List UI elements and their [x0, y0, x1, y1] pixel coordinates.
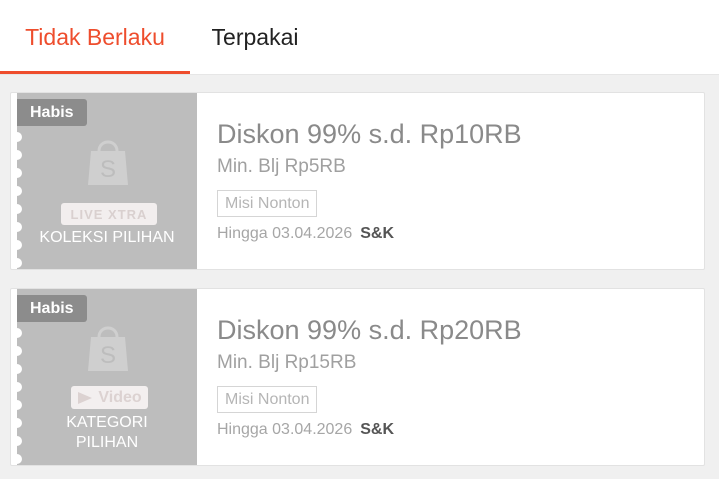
voucher-card[interactable]: Habis S Video KATEGORI PILIHAN Diskon 99… — [10, 288, 705, 466]
min-spend: Min. Blj Rp15RB — [217, 352, 357, 373]
status-badge: Habis — [17, 295, 87, 322]
status-badge: Habis — [17, 99, 87, 126]
voucher-left-panel: Habis S Video KATEGORI PILIHAN — [17, 289, 197, 465]
tab-label: Tidak Berlaku — [25, 24, 165, 50]
expiry-date: Hingga 03.04.2026 — [217, 225, 353, 242]
active-tab-indicator — [0, 71, 190, 74]
tab-terpakai[interactable]: Terpakai — [190, 0, 320, 75]
expiry-row: Hingga 03.04.2026 S&K — [217, 225, 394, 243]
voucher-left-panel: Habis S LIVE XTRA KOLEKSI PILIHAN — [17, 93, 197, 269]
video-logo: Video — [71, 386, 148, 409]
expiry-row: Hingga 03.04.2026 S&K — [217, 421, 394, 439]
mission-tag: Misi Nonton — [217, 190, 318, 217]
shopee-bag-icon: S — [88, 140, 128, 185]
voucher-title: Diskon 99% s.d. Rp10RB — [217, 119, 522, 149]
voucher-card[interactable]: Habis S LIVE XTRA KOLEKSI PILIHAN Diskon… — [10, 92, 705, 270]
play-icon — [78, 391, 93, 404]
tab-bar: Tidak Berlaku Terpakai — [0, 0, 719, 75]
terms-link[interactable]: S&K — [360, 421, 394, 438]
category-label: KATEGORI PILIHAN — [66, 414, 148, 451]
category-label: KOLEKSI PILIHAN — [39, 229, 175, 246]
terms-link[interactable]: S&K — [360, 225, 394, 242]
livextra-logo: LIVE XTRA — [61, 203, 157, 225]
voucher-title: Diskon 99% s.d. Rp20RB — [217, 315, 522, 345]
video-logo-text: Video — [98, 388, 142, 406]
expiry-date: Hingga 03.04.2026 — [217, 421, 353, 438]
svg-text:S: S — [100, 342, 116, 369]
mission-tag: Misi Nonton — [217, 386, 318, 413]
svg-text:S: S — [100, 156, 116, 183]
tab-tidak-berlaku[interactable]: Tidak Berlaku — [0, 0, 190, 75]
shopee-bag-icon: S — [88, 326, 128, 371]
tab-label: Terpakai — [211, 24, 299, 50]
min-spend: Min. Blj Rp5RB — [217, 156, 346, 177]
